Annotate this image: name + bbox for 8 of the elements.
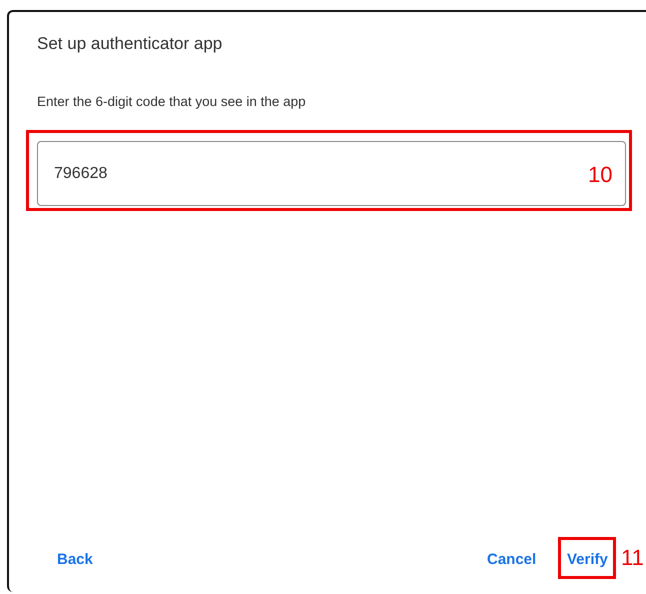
verify-link[interactable]: Verify — [563, 547, 612, 574]
step-number: 11 — [621, 547, 644, 569]
back-link[interactable]: Back — [53, 547, 97, 574]
dialog-title: Set up authenticator app — [37, 34, 222, 54]
step-number: 10 — [588, 164, 612, 186]
cancel-link[interactable]: Cancel — [483, 547, 540, 574]
highlight-frame — [558, 537, 616, 579]
instruction-text: Enter the 6-digit code that you see in the app — [37, 93, 306, 111]
